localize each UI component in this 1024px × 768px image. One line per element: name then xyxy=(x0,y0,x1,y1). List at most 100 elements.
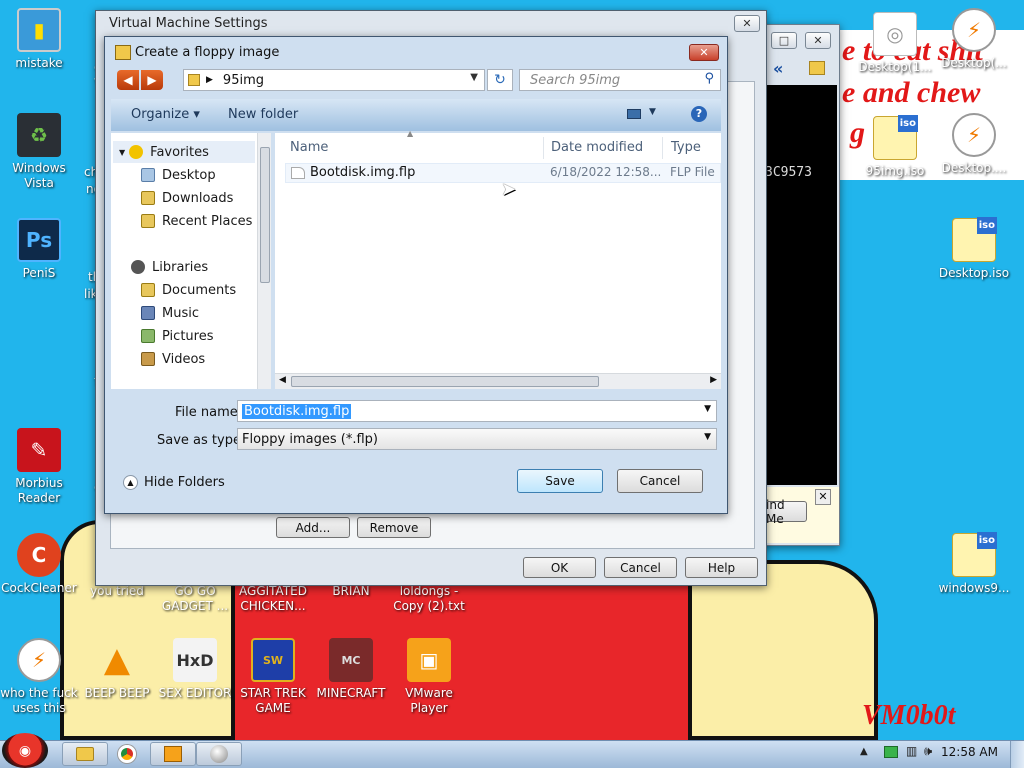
nav-libraries[interactable]: Libraries xyxy=(131,256,208,278)
desktop-icon-windows9[interactable]: windows9... xyxy=(935,532,1013,596)
desktop-icon-penis[interactable]: Ps PeniS xyxy=(0,218,78,281)
desktop-icon-minecraft[interactable]: MC MINECRAFT xyxy=(312,638,390,701)
nav-music[interactable]: Music xyxy=(141,302,199,324)
nav-pictures[interactable]: Pictures xyxy=(141,325,213,347)
nav-documents[interactable]: Documents xyxy=(141,279,236,301)
horizontal-scrollbar[interactable]: ◀ ▶ xyxy=(275,373,721,389)
desktop-icon-vmware-player[interactable]: ▣ VMware Player xyxy=(390,638,468,716)
dialog-close-button[interactable]: ✕ xyxy=(689,44,719,61)
desktop-icon-morbius-reader[interactable]: ✎ Morbius Reader xyxy=(0,428,78,506)
ok-button[interactable]: OK xyxy=(523,557,596,578)
view-dropdown-icon[interactable]: ▼ xyxy=(649,107,656,117)
desktop-icon-mistake[interactable]: ▮ mistake xyxy=(0,8,78,71)
maximize-button[interactable]: □ xyxy=(771,32,797,49)
downloads-icon xyxy=(141,191,155,205)
desktop-icon-sex-editor[interactable]: HxD SEX EDITOR xyxy=(156,638,234,701)
save-type-dropdown-icon[interactable]: ▼ xyxy=(704,432,711,442)
desktop-icon-95img-iso[interactable]: 95img.iso xyxy=(856,115,934,179)
show-desktop-button[interactable] xyxy=(1010,741,1024,768)
nav-downloads[interactable]: Downloads xyxy=(141,187,233,209)
column-header-date[interactable]: Date modified xyxy=(551,137,663,159)
taskbar-chrome-button[interactable] xyxy=(104,742,150,766)
tray-battery-icon[interactable] xyxy=(884,746,898,758)
file-name-input[interactable]: Bootdisk.img.flp ▼ xyxy=(237,400,717,422)
desktop-icon-go-go-gadget[interactable]: GO GO GADGET ... xyxy=(156,584,234,614)
tray-volume-icon[interactable]: 🕪 xyxy=(924,744,932,759)
desktop-icon-desktop-1[interactable]: ◎ Desktop(1... xyxy=(856,12,934,75)
videos-icon xyxy=(141,352,155,366)
folder-icon xyxy=(76,747,94,761)
nav-desktop[interactable]: Desktop xyxy=(141,164,216,186)
vm-cancel-button[interactable]: Cancel xyxy=(604,557,677,578)
address-bar[interactable]: ▶ 95img ▼ xyxy=(183,69,485,91)
file-name-label: File name: xyxy=(175,405,243,420)
scroll-right-icon[interactable]: ▶ xyxy=(710,375,717,385)
tray-network-icon[interactable]: ▥ xyxy=(906,744,917,758)
ccleaner-icon: C xyxy=(17,533,61,577)
desktop-icon-who-uses-this[interactable]: ⚡ who the fuck uses this xyxy=(0,638,78,716)
nav-recent-places[interactable]: Recent Places xyxy=(141,210,252,232)
column-header-type[interactable]: Type xyxy=(671,137,721,159)
search-input[interactable]: Search 95img ⚲ xyxy=(519,69,721,91)
desktop-icon-cockcleaner[interactable]: C CockCleaner xyxy=(0,533,78,596)
horizontal-scrollbar-thumb[interactable] xyxy=(291,376,599,387)
desktop-icon-desktop-2[interactable]: ⚡ Desktop(... xyxy=(935,8,1013,71)
globe-icon xyxy=(210,745,228,763)
taskbar-vmware-button[interactable] xyxy=(150,742,196,766)
vm-settings-title: Virtual Machine Settings xyxy=(109,16,268,31)
nav-scrollbar-thumb[interactable] xyxy=(260,147,270,283)
taskbar-explorer-button[interactable] xyxy=(62,742,108,766)
star-wars-icon: SW xyxy=(251,638,295,682)
desktop-icon-brian[interactable]: BRIAN xyxy=(312,584,390,599)
desktop-icon-loldongs[interactable]: loldongs - Copy (2).txt xyxy=(390,584,468,614)
save-button[interactable]: Save xyxy=(517,469,603,493)
expand-arrow-icon: ▼ xyxy=(119,147,126,157)
dialog-title: Create a floppy image xyxy=(135,45,280,60)
view-options-icon[interactable] xyxy=(627,109,641,119)
desktop-icon-aggitated-chicken[interactable]: AGGITATED CHICKEN... xyxy=(234,584,312,614)
start-button[interactable]: ◉ xyxy=(2,733,48,768)
tray-expand-icon[interactable]: ▲ xyxy=(860,746,868,757)
desktop-icon-windows-vista[interactable]: ♻ Windows Vista xyxy=(0,113,78,191)
column-header-name[interactable]: Name xyxy=(290,137,544,159)
photoshop-icon: Ps xyxy=(17,218,61,262)
nav-scrollbar[interactable] xyxy=(257,133,271,389)
folder-icon[interactable] xyxy=(809,61,825,75)
help-button[interactable]: Help xyxy=(685,557,758,578)
forward-button[interactable]: ▶ xyxy=(141,70,163,90)
new-folder-button[interactable]: New folder xyxy=(228,107,298,122)
desktop-icon-desktop-3[interactable]: ⚡ Desktop.... xyxy=(935,113,1013,176)
vm-settings-close-button[interactable]: ✕ xyxy=(734,15,760,32)
vm-console[interactable] xyxy=(767,85,837,485)
desktop-icon-desktop-iso[interactable]: Desktop.iso xyxy=(935,217,1013,281)
nav-videos[interactable]: Videos xyxy=(141,348,205,370)
address-dropdown-icon[interactable]: ▼ xyxy=(470,72,478,83)
help-icon[interactable]: ? xyxy=(691,106,707,122)
recycle-bin-icon: ♻ xyxy=(17,113,61,157)
chrome-icon xyxy=(118,745,136,763)
desktop-icon-beep-beep[interactable]: ▲ BEEP BEEP xyxy=(78,638,156,701)
desktop-icon-you-tried[interactable]: you tried xyxy=(78,584,156,599)
pictures-icon xyxy=(141,329,155,343)
iso-file-icon xyxy=(873,115,918,160)
desktop-icon-star-trek-game[interactable]: SW STAR TREK GAME xyxy=(234,638,312,716)
clock[interactable]: 12:58 AM xyxy=(941,745,998,759)
back-chevron-icon[interactable]: « xyxy=(773,59,783,78)
remind-me-button[interactable]: ind Me xyxy=(765,498,807,526)
hxd-icon: HxD xyxy=(173,638,217,682)
cancel-button[interactable]: Cancel xyxy=(617,469,703,493)
file-name-dropdown-icon[interactable]: ▼ xyxy=(704,404,711,414)
save-type-select[interactable]: Floppy images (*.flp) ▼ xyxy=(237,428,717,450)
remove-hardware-button[interactable]: Remove xyxy=(357,517,431,538)
add-hardware-button[interactable]: Add... xyxy=(276,517,350,538)
refresh-button[interactable]: ↻ xyxy=(487,69,513,91)
close-icon[interactable]: ✕ xyxy=(815,489,831,505)
nav-favorites[interactable]: ▼ Favorites xyxy=(113,141,255,163)
hide-folders-toggle[interactable]: ▲ Hide Folders xyxy=(123,475,225,490)
taskbar-app-button[interactable] xyxy=(196,742,242,766)
organize-button[interactable]: Organize ▾ xyxy=(131,107,200,122)
scroll-left-icon[interactable]: ◀ xyxy=(279,375,286,385)
file-name: Bootdisk.img.flp xyxy=(310,165,416,180)
back-button[interactable]: ◀ xyxy=(117,70,139,90)
close-button[interactable]: ✕ xyxy=(805,32,831,49)
